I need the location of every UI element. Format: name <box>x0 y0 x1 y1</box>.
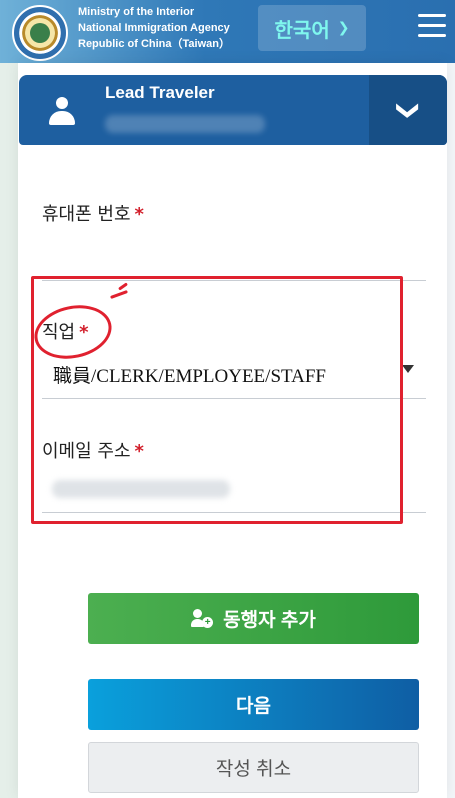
next-label: 다음 <box>236 696 271 717</box>
hamburger-menu-icon[interactable] <box>418 14 446 38</box>
expand-toggle[interactable]: ❯ <box>369 75 447 145</box>
chevron-down-icon: ❯ <box>337 20 350 36</box>
logo-emblem <box>30 23 50 43</box>
agency-name: Ministry of the Interior National Immigr… <box>78 4 230 52</box>
lead-traveler-header[interactable]: Lead Traveler ❯ <box>19 75 447 145</box>
language-selector[interactable]: 한국어 ❯ <box>258 5 366 51</box>
lead-traveler-title: Lead Traveler <box>105 83 215 102</box>
add-companion-label: 동행자 추가 <box>223 610 316 631</box>
next-button[interactable]: 다음 <box>88 679 419 730</box>
background-strip <box>0 63 18 798</box>
cancel-button[interactable]: 작성 취소 <box>88 742 419 793</box>
person-icon <box>49 97 75 125</box>
agency-logo <box>12 5 68 61</box>
required-mark: * <box>134 204 144 225</box>
lead-traveler-name-redacted <box>105 115 265 133</box>
add-person-icon: + <box>191 608 214 629</box>
cancel-label: 작성 취소 <box>215 759 292 780</box>
dropdown-caret-icon <box>402 365 414 373</box>
chevron-down-icon: ❯ <box>395 98 421 122</box>
language-label: 한국어 <box>274 17 330 42</box>
agency-line-3: Republic of China（Taiwan） <box>78 38 230 50</box>
add-companion-button[interactable]: + 동행자 추가 <box>88 593 419 644</box>
agency-line-2: National Immigration Agency <box>78 22 230 34</box>
agency-line-1: Ministry of the Interior <box>78 6 195 18</box>
phone-label: 휴대폰 번호 * <box>42 204 144 225</box>
app-header: Ministry of the Interior National Immigr… <box>0 0 455 63</box>
